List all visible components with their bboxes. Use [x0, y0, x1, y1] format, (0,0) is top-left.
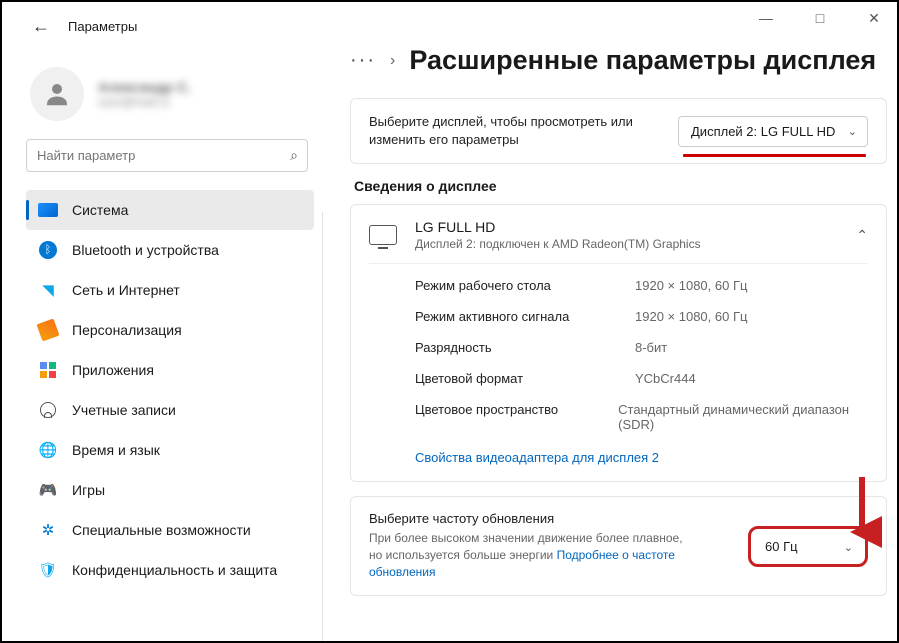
nav-label: Система — [72, 202, 128, 218]
nav-label: Сеть и Интернет — [72, 282, 180, 298]
refresh-rate-card: Выберите частоту обновления При более вы… — [350, 496, 887, 595]
display-select-hint: Выберите дисплей, чтобы просмотреть или … — [369, 113, 639, 149]
nav-item-personalization[interactable]: Персонализация — [26, 310, 314, 350]
info-key: Цветовое пространство — [415, 402, 618, 432]
nav-item-bluetooth[interactable]: ᛒ Bluetooth и устройства — [26, 230, 314, 270]
nav-item-accessibility[interactable]: ✲ Специальные возможности — [26, 510, 314, 550]
system-icon — [38, 203, 58, 217]
nav-item-gaming[interactable]: 🎮 Игры — [26, 470, 314, 510]
chevron-down-icon: ⌄ — [844, 541, 853, 554]
display-info-heading: Сведения о дисплее — [354, 178, 897, 194]
nav-list: Система ᛒ Bluetooth и устройства ◥ Сеть и … — [26, 190, 314, 590]
info-key: Режим активного сигнала — [415, 309, 635, 324]
close-button[interactable]: ✕ — [859, 10, 889, 27]
nav-label: Приложения — [72, 362, 154, 378]
display-sub: Дисплей 2: подключен к AMD Radeon(TM) Gr… — [415, 237, 701, 251]
info-key: Цветовой формат — [415, 371, 635, 386]
info-value: 8-бит — [635, 340, 667, 355]
brush-icon — [36, 318, 59, 341]
display-select-dropdown[interactable]: Дисплей 2: LG FULL HD ⌄ — [678, 116, 868, 147]
nav-label: Время и язык — [72, 442, 160, 458]
nav-item-privacy[interactable]: 🛡 Конфиденциальность и защита — [26, 550, 314, 590]
wifi-icon: ◥ — [38, 280, 58, 300]
display-name: LG FULL HD — [415, 219, 701, 235]
maximize-button[interactable]: □ — [805, 10, 835, 27]
refresh-rate-dropdown[interactable]: 60 Гц ⌄ — [748, 526, 868, 567]
user-icon — [42, 79, 72, 109]
breadcrumb-ellipsis-icon[interactable]: ··· — [350, 49, 376, 72]
display-select-value: Дисплей 2: LG FULL HD — [691, 124, 835, 139]
info-value: Стандартный динамический диапазон (SDR) — [618, 402, 868, 432]
search-icon[interactable]: ⌕ — [290, 147, 298, 164]
refresh-rate-value: 60 Гц — [765, 539, 798, 554]
info-value: 1920 × 1080, 60 Гц — [635, 278, 747, 293]
user-email: user@mail.ru — [98, 95, 191, 109]
refresh-desc: При более высоком значении движение боле… — [369, 530, 689, 580]
avatar — [30, 67, 84, 121]
page-title: Расширенные параметры дисплея — [409, 45, 876, 76]
minimize-button[interactable]: — — [751, 10, 781, 27]
sidebar: Александр С. user@mail.ru ⌕ Система ᛒ Blu… — [2, 37, 322, 636]
nav-label: Специальные возможности — [72, 522, 251, 538]
account-icon — [40, 402, 56, 418]
nav-label: Персонализация — [72, 322, 182, 338]
display-info-card: LG FULL HD Дисплей 2: подключен к AMD Ra… — [350, 204, 887, 482]
user-name: Александр С. — [98, 79, 191, 95]
sidebar-divider — [322, 212, 323, 641]
back-arrow-icon[interactable]: ← — [32, 16, 50, 37]
chevron-right-icon: › — [390, 52, 395, 70]
nav-item-system[interactable]: Система — [26, 190, 314, 230]
window-title: Параметры — [68, 19, 137, 34]
info-row: Режим активного сигнала1920 × 1080, 60 Г… — [415, 301, 868, 332]
info-value: YCbCr444 — [635, 371, 696, 386]
user-block[interactable]: Александр С. user@mail.ru — [30, 67, 314, 121]
info-row: Цветовое пространствоСтандартный динамич… — [415, 394, 868, 440]
nav-label: Конфиденциальность и защита — [72, 562, 277, 578]
display-info-header[interactable]: LG FULL HD Дисплей 2: подключен к AMD Ra… — [369, 219, 868, 263]
window-controls: — □ ✕ — [751, 10, 889, 27]
main-content: ··· › Расширенные параметры дисплея Выбе… — [322, 37, 897, 636]
nav-item-network[interactable]: ◥ Сеть и Интернет — [26, 270, 314, 310]
display-info-rows: Режим рабочего стола1920 × 1080, 60 Гц Р… — [369, 263, 868, 440]
info-row: Разрядность8-бит — [415, 332, 868, 363]
annotation-underline — [683, 154, 866, 157]
adapter-properties-link[interactable]: Свойства видеоадаптера для дисплея 2 — [369, 440, 868, 467]
globe-icon: 🌐 — [38, 440, 58, 460]
chevron-down-icon: ⌄ — [848, 125, 857, 138]
nav-label: Учетные записи — [72, 402, 176, 418]
breadcrumb: ··· › Расширенные параметры дисплея — [350, 45, 897, 76]
refresh-title: Выберите частоту обновления — [369, 511, 689, 526]
display-select-card: Выберите дисплей, чтобы просмотреть или … — [350, 98, 887, 164]
shield-icon: 🛡 — [38, 560, 58, 580]
chevron-up-icon[interactable]: ⌃ — [856, 227, 868, 244]
nav-item-accounts[interactable]: Учетные записи — [26, 390, 314, 430]
info-row: Режим рабочего стола1920 × 1080, 60 Гц — [415, 270, 868, 301]
nav-item-time[interactable]: 🌐 Время и язык — [26, 430, 314, 470]
info-value: 1920 × 1080, 60 Гц — [635, 309, 747, 324]
gamepad-icon: 🎮 — [38, 480, 58, 500]
monitor-icon — [369, 225, 397, 245]
nav-label: Bluetooth и устройства — [72, 242, 219, 258]
bluetooth-icon: ᛒ — [39, 241, 57, 259]
search-input[interactable] — [26, 139, 308, 172]
info-row: Цветовой форматYCbCr444 — [415, 363, 868, 394]
apps-icon — [40, 362, 56, 378]
info-key: Разрядность — [415, 340, 635, 355]
info-key: Режим рабочего стола — [415, 278, 635, 293]
nav-label: Игры — [72, 482, 105, 498]
nav-item-apps[interactable]: Приложения — [26, 350, 314, 390]
accessibility-icon: ✲ — [38, 520, 58, 540]
